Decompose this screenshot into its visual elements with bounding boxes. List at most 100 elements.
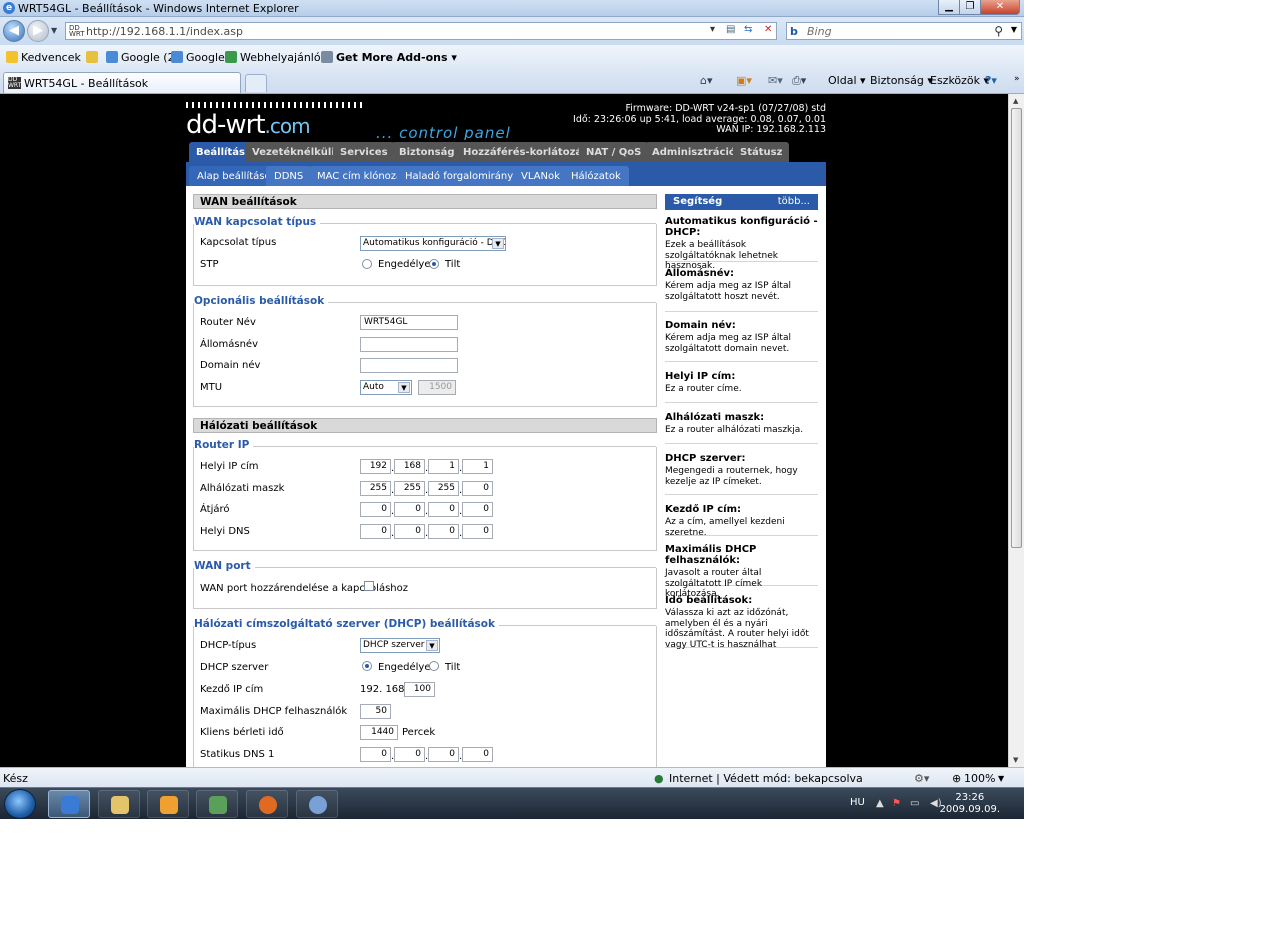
show-hidden-icons-icon[interactable]: ▲ [876, 798, 884, 809]
static-dns-octet-1[interactable]: 0 [360, 747, 391, 762]
gateway-octet-3[interactable]: 0 [428, 502, 459, 517]
chevron-more-icon[interactable]: » [1014, 74, 1020, 84]
add-favorite-button[interactable] [86, 51, 101, 64]
tab-wireless[interactable]: Vezetéknélküli [245, 142, 342, 162]
tab-setup[interactable]: Beállítás [189, 142, 252, 162]
url-dropdown-icon[interactable]: ▾ [710, 24, 715, 35]
mail-icon[interactable]: ✉▾ [768, 74, 783, 87]
local-ip-octet-3[interactable]: 1 [428, 459, 459, 474]
static-dns-octet-4[interactable]: 0 [462, 747, 493, 762]
mtu-select[interactable]: Auto ▼ [360, 380, 412, 395]
lease-input[interactable]: 1440 [360, 725, 398, 740]
back-button[interactable]: ◀ [3, 20, 25, 42]
page-menu[interactable]: Oldal ▾ [828, 74, 866, 87]
subnet-octet-4[interactable]: 0 [462, 481, 493, 496]
subnet-octet-1[interactable]: 255 [360, 481, 391, 496]
static-dns-octet-3[interactable]: 0 [428, 747, 459, 762]
favorite-get-more-addons[interactable]: Get More Add-ons ▾ [321, 51, 457, 64]
favorite-google[interactable]: Google [171, 51, 225, 64]
feeds-icon[interactable]: ▣▾ [736, 74, 752, 87]
maximize-button[interactable]: ❐ [959, 0, 981, 15]
network-tray-icon[interactable]: ▭ [910, 798, 919, 809]
mtu-input[interactable]: 1500 [418, 380, 456, 395]
dhcp-type-select[interactable]: DHCP szerver ▼ [360, 638, 440, 653]
static-dns-octet-2[interactable]: 0 [394, 747, 425, 762]
tab-administration[interactable]: Adminisztráció [645, 142, 743, 162]
recent-pages-icon[interactable]: ▼ [51, 26, 57, 35]
stp-enable-radio[interactable] [362, 259, 372, 269]
favorite-webhelyajanlo[interactable]: Webhelyajánló ▾ [225, 51, 330, 64]
search-dropdown-icon[interactable]: ▼ [1011, 25, 1017, 34]
subtab-vlans[interactable]: VLANok [513, 166, 568, 186]
router-name-input[interactable]: WRT54GL [360, 315, 458, 330]
taskbar-explorer[interactable] [98, 790, 140, 818]
close-button[interactable]: ✕ [980, 0, 1020, 15]
print-icon[interactable]: ⎙▾ [792, 74, 806, 88]
local-dns-octet-2[interactable]: 0 [394, 524, 425, 539]
popup-blocker-icon[interactable]: ⚙▾ [914, 772, 929, 785]
security-zone[interactable]: Internet | Védett mód: bekapcsolva [669, 772, 863, 785]
wan-port-checkbox[interactable] [364, 581, 374, 591]
local-dns-octet-3[interactable]: 0 [428, 524, 459, 539]
domain-input[interactable] [360, 358, 458, 373]
local-ip-octet-1[interactable]: 192 [360, 459, 391, 474]
tab-access-restrictions[interactable]: Hozzáférés-korlátozás [456, 142, 596, 162]
url-field[interactable]: DD WRT http://192.168.1.1/index.asp ▾ ▤ ⇆… [65, 22, 777, 40]
dhcp-disable-radio[interactable] [429, 661, 439, 671]
scroll-up-icon[interactable]: ▲ [1013, 97, 1018, 105]
subtab-ddns[interactable]: DDNS [266, 166, 312, 186]
stp-disable-radio[interactable] [429, 259, 439, 269]
safety-menu[interactable]: Biztonság ▾ [870, 74, 933, 87]
tab-status[interactable]: Státusz [733, 142, 790, 162]
help-menu[interactable]: ?▾ [985, 74, 997, 87]
local-dns-octet-4[interactable]: 0 [462, 524, 493, 539]
favorites-button[interactable]: Kedvencek [6, 51, 81, 64]
start-ip-input[interactable]: 100 [404, 682, 435, 697]
tools-menu[interactable]: Eszközök ▾ [930, 74, 989, 87]
taskbar-media-player[interactable] [147, 790, 189, 818]
gateway-octet-4[interactable]: 0 [462, 502, 493, 517]
gateway-octet-1[interactable]: 0 [360, 502, 391, 517]
search-field[interactable]: b Bing ⚲ ▼ [786, 22, 1022, 40]
subnet-octet-3[interactable]: 255 [428, 481, 459, 496]
dhcp-enable-radio[interactable] [362, 661, 372, 671]
stop-icon[interactable]: ✕ [764, 24, 772, 35]
local-ip-octet-4[interactable]: 1 [462, 459, 493, 474]
compatibility-icon[interactable]: ▤ [726, 24, 735, 35]
taskbar-network[interactable] [196, 790, 238, 818]
local-dns-octet-1[interactable]: 0 [360, 524, 391, 539]
tab-nat-qos[interactable]: NAT / QoS [579, 142, 649, 162]
taskbar-messenger[interactable] [296, 790, 338, 818]
forward-button[interactable]: ▶ [27, 20, 49, 42]
subnet-octet-2[interactable]: 255 [394, 481, 425, 496]
dhcp-enable-label: Engedélyez [378, 662, 436, 673]
new-tab-button[interactable] [245, 74, 267, 92]
favorite-google-2[interactable]: Google (2) [106, 51, 179, 64]
gateway-octet-2[interactable]: 0 [394, 502, 425, 517]
scroll-thumb[interactable] [1011, 108, 1022, 548]
minimize-button[interactable]: ▁ [938, 0, 960, 15]
max-users-input[interactable]: 50 [360, 704, 391, 719]
help-more-link[interactable]: több... [778, 196, 810, 207]
zoom-level[interactable]: 100% [964, 772, 995, 785]
taskbar-firefox[interactable] [246, 790, 288, 818]
home-icon[interactable]: ⌂▾ [700, 74, 713, 87]
search-icon[interactable]: ⚲ [994, 24, 1003, 38]
action-center-icon[interactable]: ⚑ [892, 798, 901, 809]
stp-disable-label: Tilt [445, 259, 461, 270]
zoom-dropdown-icon[interactable]: ▼ [998, 774, 1004, 783]
scroll-down-icon[interactable]: ▼ [1013, 756, 1018, 764]
subtab-networking[interactable]: Hálózatok [563, 166, 629, 186]
browser-tab[interactable]: DD WRT WRT54GL - Beállítások [3, 72, 241, 93]
tab-services[interactable]: Services [333, 142, 395, 162]
local-ip-octet-2[interactable]: 168 [394, 459, 425, 474]
start-button[interactable] [4, 789, 36, 819]
refresh-icon[interactable]: ⇆ [744, 24, 752, 35]
language-indicator[interactable]: HU [850, 797, 865, 808]
taskbar-ie[interactable] [48, 790, 90, 818]
hostname-input[interactable] [360, 337, 458, 352]
vertical-scrollbar[interactable]: ▲ ▼ [1008, 94, 1024, 767]
conn-type-select[interactable]: Automatikus konfiguráció - DHCP ▼ [360, 236, 506, 251]
tab-security[interactable]: Biztonság [392, 142, 462, 162]
clock[interactable]: 23:26 2009.09.09. [940, 792, 1000, 816]
